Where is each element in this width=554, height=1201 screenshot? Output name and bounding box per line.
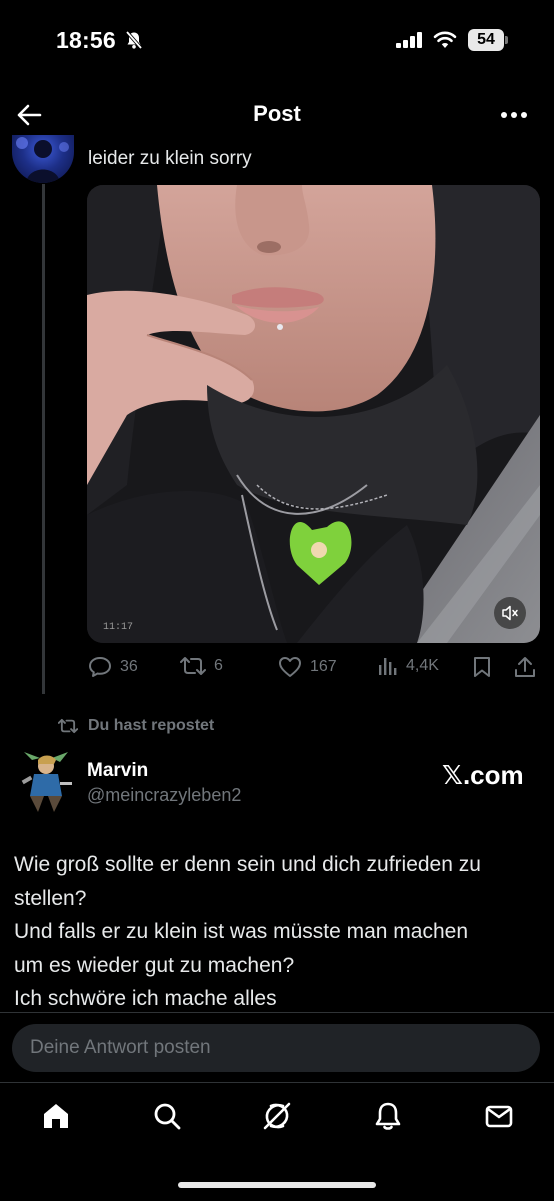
post-text-line: um es wieder gut zu machen? bbox=[14, 953, 295, 977]
home-indicator bbox=[178, 1182, 376, 1188]
share-action[interactable] bbox=[514, 656, 536, 678]
battery-level: 54 bbox=[477, 31, 495, 48]
avatar[interactable] bbox=[18, 752, 74, 812]
reply-input-placeholder: Deine Antwort posten bbox=[30, 1037, 211, 1058]
bookmark-icon bbox=[474, 657, 490, 677]
post-text-line: stellen? bbox=[14, 886, 87, 910]
repost-icon bbox=[180, 657, 206, 675]
post-text-line: Ich schwöre ich mache alles bbox=[14, 987, 277, 1010]
cellular-signal-icon bbox=[396, 32, 424, 48]
status-time: 18:56 bbox=[56, 27, 116, 53]
search-icon[interactable] bbox=[151, 1100, 183, 1132]
post-text-line: Und falls er zu klein ist was müsste man… bbox=[14, 920, 469, 943]
repost-count: 6 bbox=[214, 657, 223, 674]
notifications-icon[interactable] bbox=[372, 1100, 404, 1132]
author-handle[interactable]: @meincrazyleben2 bbox=[87, 785, 241, 806]
reply-count: 36 bbox=[120, 658, 138, 675]
wifi-icon bbox=[433, 30, 457, 50]
post-body: Wie groß sollte er denn sein und dich zu… bbox=[14, 848, 544, 1016]
post-video[interactable]: 11:17 bbox=[87, 185, 540, 643]
video-timestamp: 11:17 bbox=[103, 622, 133, 633]
post-text-line: Wie groß sollte er denn sein und dich zu… bbox=[14, 853, 481, 876]
views-icon bbox=[379, 658, 397, 675]
like-count: 167 bbox=[310, 658, 337, 675]
like-action[interactable]: 167 bbox=[278, 656, 337, 678]
battery-indicator: 54 bbox=[468, 29, 504, 51]
repost-action[interactable]: 6 bbox=[180, 656, 223, 676]
messages-icon[interactable] bbox=[483, 1100, 515, 1132]
reply-action[interactable]: 36 bbox=[88, 656, 138, 678]
reply-icon bbox=[89, 657, 111, 677]
reply-input[interactable]: Deine Antwort posten bbox=[12, 1024, 540, 1072]
divider bbox=[0, 1012, 554, 1013]
mute-toggle-icon[interactable] bbox=[494, 597, 526, 629]
repost-banner-label: Du hast repostet bbox=[88, 717, 215, 734]
home-icon[interactable] bbox=[40, 1100, 72, 1132]
repost-banner: Du hast repostet bbox=[58, 717, 214, 735]
share-icon bbox=[515, 657, 535, 677]
bookmark-action[interactable] bbox=[472, 656, 492, 678]
bell-off-icon bbox=[124, 30, 144, 50]
heart-icon bbox=[279, 657, 301, 677]
thread-connector-line bbox=[42, 184, 45, 694]
repost-icon bbox=[58, 718, 78, 734]
view-count: 4,4K bbox=[406, 657, 439, 674]
x-com-logo: 𝕏.com bbox=[442, 760, 524, 790]
post-text: leider zu klein sorry bbox=[88, 148, 252, 169]
avatar[interactable] bbox=[12, 135, 74, 183]
page-title: Post bbox=[253, 101, 301, 126]
grok-icon[interactable] bbox=[261, 1100, 293, 1132]
more-options-icon[interactable] bbox=[500, 111, 528, 119]
author-name[interactable]: Marvin bbox=[87, 760, 148, 782]
views-action[interactable]: 4,4K bbox=[378, 656, 439, 676]
battery-tip bbox=[505, 36, 508, 44]
